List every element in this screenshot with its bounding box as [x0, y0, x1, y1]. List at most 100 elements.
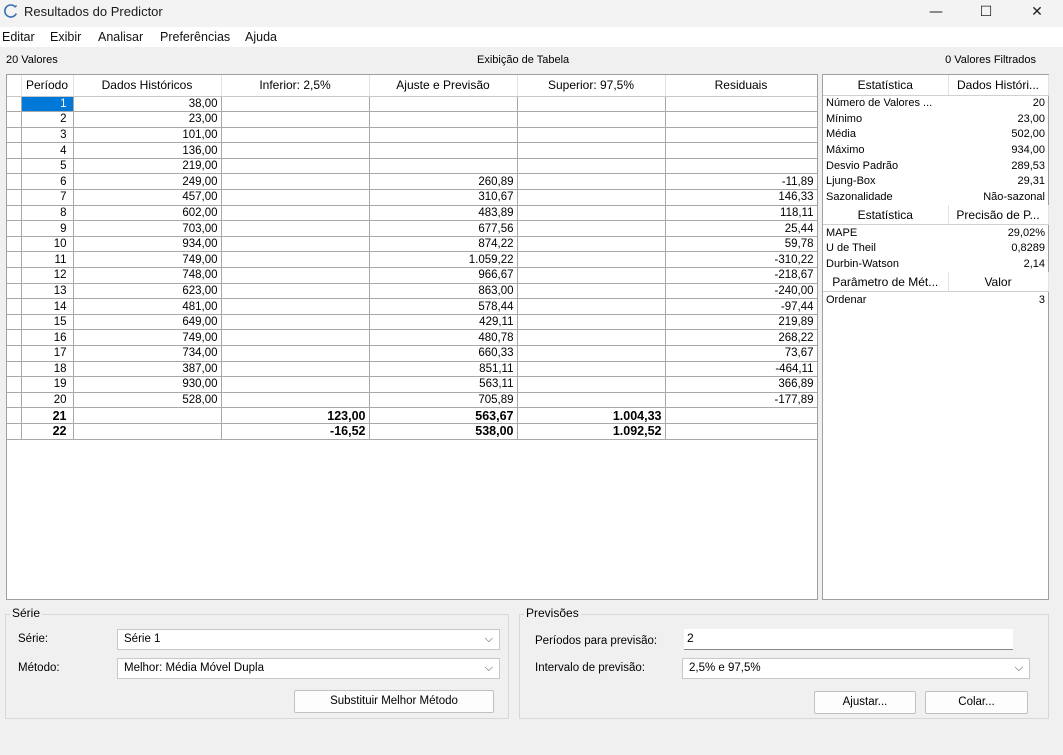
- cell-inferior[interactable]: [221, 142, 370, 159]
- cell-dados-historicos[interactable]: 23,00: [73, 111, 222, 128]
- cell-superior[interactable]: [517, 205, 666, 222]
- cell-ajuste-previsao[interactable]: 705,89: [369, 392, 518, 409]
- cell-residuais[interactable]: 59,78: [665, 236, 817, 253]
- cell-periodo[interactable]: 18: [21, 361, 74, 378]
- cell-ajuste-previsao[interactable]: 966,67: [369, 267, 518, 284]
- cell-periodo[interactable]: 7: [21, 189, 74, 206]
- cell-dados-historicos[interactable]: 930,00: [73, 376, 222, 393]
- cell-residuais[interactable]: 146,33: [665, 189, 817, 206]
- cell-ajuste-previsao[interactable]: 660,33: [369, 345, 518, 362]
- cell-residuais[interactable]: [665, 111, 817, 128]
- cell-residuais[interactable]: 118,11: [665, 205, 817, 222]
- menu-editar[interactable]: Editar: [2, 30, 35, 44]
- cell-periodo[interactable]: 5: [21, 158, 74, 175]
- cell-ajuste-previsao[interactable]: 429,11: [369, 314, 518, 331]
- table-row[interactable]: 18 387,00 851,11 -464,11: [7, 361, 817, 378]
- cell-ajuste-previsao[interactable]: 677,56: [369, 220, 518, 237]
- table-row[interactable]: 3 101,00: [7, 127, 817, 144]
- cell-ajuste-previsao[interactable]: 851,11: [369, 361, 518, 378]
- cell-residuais[interactable]: -11,89: [665, 173, 817, 191]
- cell-ajuste-previsao[interactable]: 483,89: [369, 205, 518, 222]
- cell-superior[interactable]: [517, 173, 666, 191]
- cell-residuais[interactable]: 25,44: [665, 220, 817, 237]
- table-row[interactable]: 2 23,00: [7, 111, 817, 128]
- cell-periodo[interactable]: 13: [21, 283, 74, 300]
- cell-residuais[interactable]: 366,89: [665, 376, 817, 393]
- stats-row[interactable]: Ordenar 3: [823, 292, 1048, 308]
- cell-residuais[interactable]: -218,67: [665, 267, 817, 284]
- cell-periodo[interactable]: 16: [21, 329, 74, 346]
- cell-residuais[interactable]: 268,22: [665, 329, 817, 346]
- cell-residuais[interactable]: 73,67: [665, 345, 817, 362]
- table-row[interactable]: 5 219,00: [7, 158, 817, 175]
- cell-ajuste-previsao[interactable]: 538,00: [369, 423, 518, 440]
- cell-dados-historicos[interactable]: 703,00: [73, 220, 222, 237]
- cell-periodo[interactable]: 21: [21, 407, 74, 424]
- table-row[interactable]: 10 934,00 874,22 59,78: [7, 236, 817, 253]
- cell-dados-historicos[interactable]: 748,00: [73, 267, 222, 284]
- cell-inferior[interactable]: [221, 158, 370, 175]
- header-superior[interactable]: Superior: 97,5%: [517, 75, 666, 97]
- cell-inferior[interactable]: [221, 267, 370, 284]
- cell-periodo[interactable]: 11: [21, 251, 74, 269]
- cell-residuais[interactable]: -97,44: [665, 298, 817, 315]
- cell-dados-historicos[interactable]: 219,00: [73, 158, 222, 175]
- cell-periodo[interactable]: 22: [21, 423, 74, 440]
- cell-dados-historicos[interactable]: 101,00: [73, 127, 222, 144]
- cell-ajuste-previsao[interactable]: [369, 111, 518, 128]
- header-ajuste-previsao[interactable]: Ajuste e Previsão: [369, 75, 518, 97]
- table-row[interactable]: 21 123,00 563,67 1.004,33: [7, 407, 817, 424]
- table-row[interactable]: 4 136,00: [7, 142, 817, 159]
- stats-row[interactable]: Desvio Padrão 289,53: [823, 158, 1048, 174]
- cell-residuais[interactable]: -310,22: [665, 251, 817, 269]
- table-row[interactable]: 19 930,00 563,11 366,89: [7, 376, 817, 393]
- cell-superior[interactable]: [517, 111, 666, 128]
- cell-ajuste-previsao[interactable]: [369, 127, 518, 144]
- cell-superior[interactable]: [517, 283, 666, 300]
- cell-superior[interactable]: [517, 345, 666, 362]
- cell-periodo[interactable]: 12: [21, 267, 74, 284]
- stats-row[interactable]: Número de Valores ... 20: [823, 95, 1048, 111]
- stats-row[interactable]: Média 502,00: [823, 126, 1048, 142]
- cell-periodo[interactable]: 2: [21, 111, 74, 128]
- cell-dados-historicos[interactable]: 457,00: [73, 189, 222, 206]
- cell-periodo[interactable]: 20: [21, 392, 74, 409]
- cell-ajuste-previsao[interactable]: 260,89: [369, 173, 518, 191]
- serie-select[interactable]: Série 1 ⌵: [117, 629, 500, 650]
- cell-dados-historicos[interactable]: 734,00: [73, 345, 222, 362]
- cell-residuais[interactable]: 219,89: [665, 314, 817, 331]
- menu-exibir[interactable]: Exibir: [50, 30, 81, 44]
- table-row[interactable]: 8 602,00 483,89 118,11: [7, 205, 817, 222]
- cell-dados-historicos[interactable]: 749,00: [73, 329, 222, 346]
- replace-best-method-button[interactable]: Substituir Melhor Método: [294, 690, 494, 713]
- cell-dados-historicos[interactable]: 249,00: [73, 173, 222, 191]
- adjust-button[interactable]: Ajustar...: [814, 691, 916, 714]
- cell-superior[interactable]: [517, 392, 666, 409]
- stats-header[interactable]: Estatística: [823, 204, 949, 226]
- cell-superior[interactable]: [517, 376, 666, 393]
- cell-superior[interactable]: [517, 267, 666, 284]
- table-row[interactable]: 1 38,00: [7, 96, 817, 113]
- cell-residuais[interactable]: [665, 407, 817, 424]
- menu-preferencias[interactable]: Preferências: [160, 30, 230, 44]
- cell-residuais[interactable]: [665, 142, 817, 159]
- cell-periodo[interactable]: 14: [21, 298, 74, 315]
- cell-periodo[interactable]: 10: [21, 236, 74, 253]
- cell-inferior[interactable]: [221, 189, 370, 206]
- cell-inferior[interactable]: 123,00: [221, 407, 370, 424]
- cell-dados-historicos[interactable]: [73, 423, 222, 440]
- stats-header[interactable]: Precisão de P...: [948, 204, 1049, 226]
- cell-periodo[interactable]: 15: [21, 314, 74, 331]
- cell-superior[interactable]: 1.092,52: [517, 423, 666, 440]
- cell-periodo[interactable]: 9: [21, 220, 74, 237]
- header-dados-historicos[interactable]: Dados Históricos: [73, 75, 222, 97]
- cell-inferior[interactable]: [221, 111, 370, 128]
- stats-row[interactable]: Sazonalidade Não-sazonal: [823, 189, 1048, 205]
- header-residuais[interactable]: Residuais: [665, 75, 817, 97]
- close-icon[interactable]: ✕: [1014, 0, 1060, 24]
- cell-inferior[interactable]: [221, 173, 370, 191]
- table-row[interactable]: 9 703,00 677,56 25,44: [7, 220, 817, 237]
- table-row[interactable]: 13 623,00 863,00 -240,00: [7, 283, 817, 300]
- stats-row[interactable]: MAPE 29,02%: [823, 225, 1048, 241]
- cell-periodo[interactable]: 19: [21, 376, 74, 393]
